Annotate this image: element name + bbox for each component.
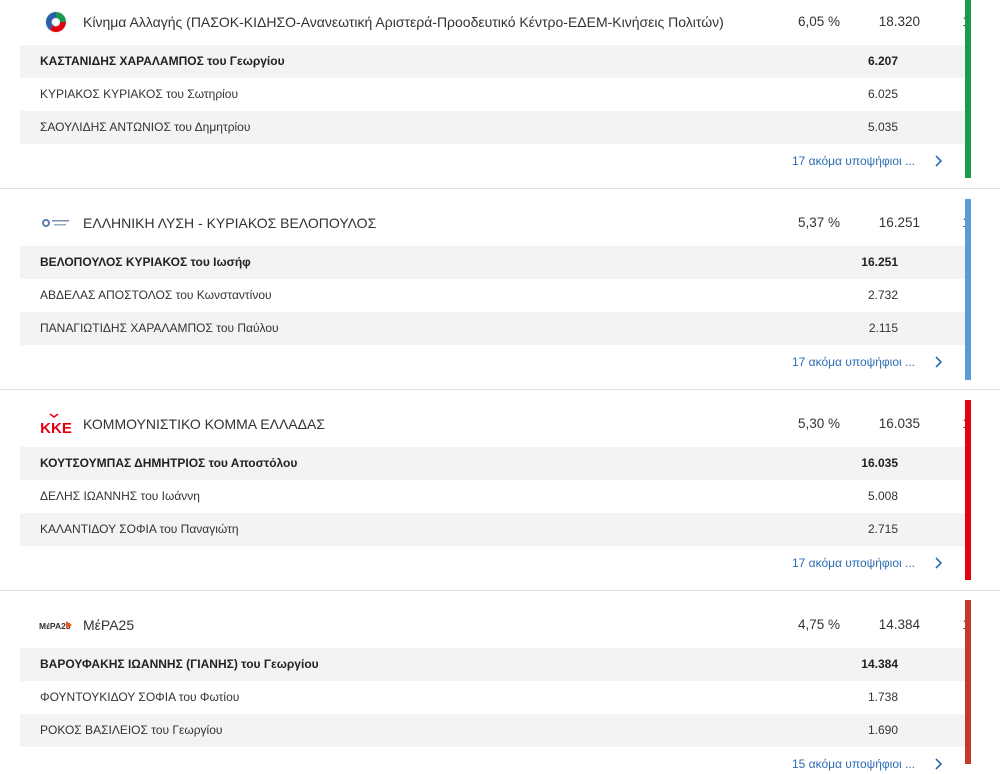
candidate-votes: 2.715	[867, 522, 898, 536]
candidate-row: ΦΟΥΝΤΟΥΚΙΔΟΥ ΣΟΦΙΑ του Φωτίου 1.738	[20, 681, 965, 714]
mera25-logo: ΜέΡΑ25	[38, 613, 74, 637]
candidate-row: ΚΑΛΑΝΤΙΔΟΥ ΣΟΦΙΑ του Παναγιώτη 2.715	[20, 513, 965, 546]
pasok-logo	[40, 10, 72, 34]
candidate-name: ΚΑΛΑΝΤΙΔΟΥ ΣΟΦΙΑ του Παναγιώτη	[40, 522, 239, 536]
chevron-right-icon[interactable]	[931, 553, 945, 573]
party-separator	[0, 188, 1000, 189]
candidate-votes: 16.251	[861, 255, 898, 269]
candidate-row: ΣΑΟΥΛΙΔΗΣ ΑΝΤΩΝΙΟΣ του Δημητρίου 5.035	[20, 111, 965, 144]
party-header[interactable]: KKE ΚΟΜΜΟΥΝΙΣΤΙΚΟ ΚΟΜΜΑ ΕΛΛΑΔΑΣ 5,30 % 1…	[20, 402, 970, 446]
candidate-votes: 14.384	[861, 657, 898, 671]
party-seats: 1	[925, 201, 970, 245]
party-votes: 16.251	[878, 215, 920, 230]
candidate-name: ΑΒΔΕΛΑΣ ΑΠΟΣΤΟΛΟΣ του Κωνσταντίνου	[40, 288, 272, 302]
candidate-name: ΚΥΡΙΑΚΟΣ ΚΥΡΙΑΚΟΣ του Σωτηρίου	[40, 87, 239, 101]
party-color-bar	[965, 199, 971, 380]
candidate-votes: 16.035	[861, 456, 898, 470]
party-block-mera25: ΜέΡΑ25 ΜέΡΑ25 4,75 % 14.384 1 ΒΑΡΟΥΦΑΚΗΣ…	[0, 600, 1000, 771]
candidate-row: ΔΕΛΗΣ ΙΩΑΝΝΗΣ του Ιωάννη 5.008	[20, 480, 965, 513]
party-color-bar	[965, 0, 971, 178]
party-name: ΕΛΛΗΝΙΚΗ ΛΥΣΗ - ΚΥΡΙΑΚΟΣ ΒΕΛΟΠΟΥΛΟΣ	[83, 215, 377, 231]
candidate-name: ΚΑΣΤΑΝΙΔΗΣ ΧΑΡΑΛΑΜΠΟΣ του Γεωργίου	[40, 54, 285, 68]
party-block-kke: KKE ΚΟΜΜΟΥΝΙΣΤΙΚΟ ΚΟΜΜΑ ΕΛΛΑΔΑΣ 5,30 % 1…	[0, 400, 1000, 590]
candidate-votes: 1.738	[867, 690, 898, 704]
party-header[interactable]: Κίνημα Αλλαγής (ΠΑΣΟΚ-ΚΙΔΗΣΟ-Ανανεωτική …	[20, 0, 970, 44]
party-color-bar	[965, 600, 971, 764]
party-block-elliniki-lysi: ΕΛΛΗΝΙΚΗ ΛΥΣΗ - ΚΥΡΙΑΚΟΣ ΒΕΛΟΠΟΥΛΟΣ 5,37…	[0, 199, 1000, 389]
candidate-votes: 5.008	[867, 489, 898, 503]
party-percent: 4,75 %	[797, 617, 840, 632]
more-candidates-link[interactable]: 17 ακόμα υποψήφιοι ...	[760, 553, 915, 573]
party-name: Κίνημα Αλλαγής (ΠΑΣΟΚ-ΚΙΔΗΣΟ-Ανανεωτική …	[83, 14, 724, 30]
svg-text:KKE: KKE	[40, 420, 72, 435]
candidate-votes: 2.115	[868, 321, 898, 335]
party-votes: 18.320	[878, 14, 920, 29]
party-block-pasok: Κίνημα Αλλαγής (ΠΑΣΟΚ-ΚΙΔΗΣΟ-Ανανεωτική …	[0, 0, 1000, 188]
party-seats: 1	[925, 0, 970, 44]
candidate-name: ΦΟΥΝΤΟΥΚΙΔΟΥ ΣΟΦΙΑ του Φωτίου	[40, 690, 240, 704]
party-color-bar	[965, 400, 971, 580]
candidate-name: ΔΕΛΗΣ ΙΩΑΝΝΗΣ του Ιωάννη	[40, 489, 200, 503]
more-candidates-link[interactable]: 17 ακόμα υποψήφιοι ...	[760, 151, 915, 171]
candidate-votes: 5.035	[867, 120, 898, 134]
candidate-row: ΡΟΚΟΣ ΒΑΣΙΛΕΙΟΣ του Γεωργίου 1.690	[20, 714, 965, 747]
party-seats: 1	[925, 402, 970, 446]
more-candidates-link[interactable]: 17 ακόμα υποψήφιοι ...	[760, 352, 915, 372]
party-header[interactable]: ΜέΡΑ25 ΜέΡΑ25 4,75 % 14.384 1	[20, 603, 970, 647]
candidate-row: ΒΑΡΟΥΦΑΚΗΣ ΙΩΑΝΝΗΣ (ΓΙΑΝΗΣ) του Γεωργίου…	[20, 648, 965, 681]
candidate-votes: 6.207	[867, 54, 898, 68]
party-separator	[0, 590, 1000, 591]
candidate-row: ΚΥΡΙΑΚΟΣ ΚΥΡΙΑΚΟΣ του Σωτηρίου 6.025	[20, 78, 965, 111]
party-votes: 16.035	[878, 416, 920, 431]
party-seats: 1	[925, 603, 970, 647]
chevron-right-icon[interactable]	[931, 754, 945, 774]
candidate-name: ΣΑΟΥΛΙΔΗΣ ΑΝΤΩΝΙΟΣ του Δημητρίου	[40, 120, 251, 134]
candidate-row: ΚΟΥΤΣΟΥΜΠΑΣ ΔΗΜΗΤΡΙΟΣ του Αποστόλου 16.0…	[20, 447, 965, 480]
candidate-name: ΚΟΥΤΣΟΥΜΠΑΣ ΔΗΜΗΤΡΙΟΣ του Αποστόλου	[40, 456, 298, 470]
more-candidates-link[interactable]: 15 ακόμα υποψήφιοι ...	[760, 754, 915, 774]
party-votes: 14.384	[878, 617, 920, 632]
candidate-row: ΚΑΣΤΑΝΙΔΗΣ ΧΑΡΑΛΑΜΠΟΣ του Γεωργίου 6.207	[20, 45, 965, 78]
candidate-votes: 6.025	[867, 87, 898, 101]
chevron-right-icon[interactable]	[931, 352, 945, 372]
party-percent: 5,30 %	[797, 416, 840, 431]
candidate-name: ΠΑΝΑΓΙΩΤΙΔΗΣ ΧΑΡΑΛΑΜΠΟΣ του Παύλου	[40, 321, 279, 335]
candidate-name: ΒΑΡΟΥΦΑΚΗΣ ΙΩΑΝΝΗΣ (ΓΙΑΝΗΣ) του Γεωργίου	[40, 657, 319, 671]
candidate-row: ΑΒΔΕΛΑΣ ΑΠΟΣΤΟΛΟΣ του Κωνσταντίνου 2.732	[20, 279, 965, 312]
party-separator	[0, 389, 1000, 390]
party-name: ΚΟΜΜΟΥΝΙΣΤΙΚΟ ΚΟΜΜΑ ΕΛΛΑΔΑΣ	[83, 416, 325, 432]
chevron-right-icon[interactable]	[931, 151, 945, 171]
party-percent: 5,37 %	[797, 215, 840, 230]
party-header[interactable]: ΕΛΛΗΝΙΚΗ ΛΥΣΗ - ΚΥΡΙΑΚΟΣ ΒΕΛΟΠΟΥΛΟΣ 5,37…	[20, 201, 970, 245]
party-percent: 6,05 %	[797, 14, 840, 29]
elliniki-lysi-logo	[40, 211, 72, 235]
candidate-name: ΒΕΛΟΠΟΥΛΟΣ ΚΥΡΙΑΚΟΣ του Ιωσήφ	[40, 255, 251, 269]
candidate-name: ΡΟΚΟΣ ΒΑΣΙΛΕΙΟΣ του Γεωργίου	[40, 723, 223, 737]
candidate-row: ΒΕΛΟΠΟΥΛΟΣ ΚΥΡΙΑΚΟΣ του Ιωσήφ 16.251	[20, 246, 965, 279]
kke-logo: KKE	[40, 412, 72, 436]
candidate-row: ΠΑΝΑΓΙΩΤΙΔΗΣ ΧΑΡΑΛΑΜΠΟΣ του Παύλου 2.115	[20, 312, 965, 345]
party-name: ΜέΡΑ25	[83, 617, 135, 633]
candidate-votes: 1.690	[867, 723, 898, 737]
candidate-votes: 2.732	[867, 288, 898, 302]
